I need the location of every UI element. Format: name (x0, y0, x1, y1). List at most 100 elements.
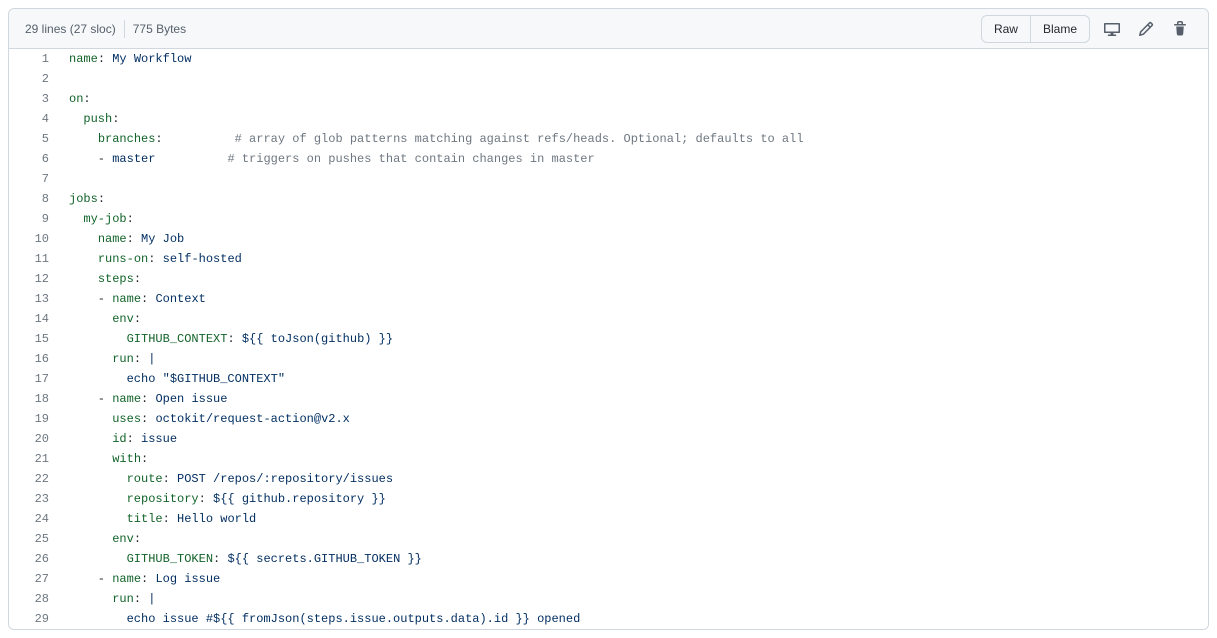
line-number[interactable]: 7 (9, 169, 59, 189)
code-line: 11 runs-on: self-hosted (9, 249, 1208, 269)
trash-icon[interactable] (1168, 17, 1192, 41)
code-line: 8jobs: (9, 189, 1208, 209)
line-content: title: Hello world (59, 509, 1208, 529)
line-content (59, 69, 1208, 89)
code-line: 4 push: (9, 109, 1208, 129)
line-content: repository: ${{ github.repository }} (59, 489, 1208, 509)
line-content: jobs: (59, 189, 1208, 209)
code-line: 13 - name: Context (9, 289, 1208, 309)
code-line: 29 echo issue #${{ fromJson(steps.issue.… (9, 609, 1208, 629)
btn-group: Raw Blame (981, 15, 1090, 43)
pencil-icon[interactable] (1134, 17, 1158, 41)
line-content: id: issue (59, 429, 1208, 449)
line-content: - master # triggers on pushes that conta… (59, 149, 1208, 169)
line-number[interactable]: 12 (9, 269, 59, 289)
line-number[interactable]: 17 (9, 369, 59, 389)
line-number[interactable]: 24 (9, 509, 59, 529)
line-number[interactable]: 14 (9, 309, 59, 329)
line-number[interactable]: 5 (9, 129, 59, 149)
code-line: 26 GITHUB_TOKEN: ${{ secrets.GITHUB_TOKE… (9, 549, 1208, 569)
code-line: 3on: (9, 89, 1208, 109)
line-number[interactable]: 18 (9, 389, 59, 409)
line-content: run: | (59, 589, 1208, 609)
line-number[interactable]: 10 (9, 229, 59, 249)
line-content: runs-on: self-hosted (59, 249, 1208, 269)
line-content: uses: octokit/request-action@v2.x (59, 409, 1208, 429)
line-content: echo issue #${{ fromJson(steps.issue.out… (59, 609, 1208, 629)
line-number[interactable]: 28 (9, 589, 59, 609)
line-content: name: My Workflow (59, 49, 1208, 69)
raw-button[interactable]: Raw (981, 15, 1031, 43)
line-number[interactable]: 3 (9, 89, 59, 109)
line-content: steps: (59, 269, 1208, 289)
line-number[interactable]: 13 (9, 289, 59, 309)
code-line: 1name: My Workflow (9, 49, 1208, 69)
line-number[interactable]: 9 (9, 209, 59, 229)
line-content: with: (59, 449, 1208, 469)
code-line: 18 - name: Open issue (9, 389, 1208, 409)
line-number[interactable]: 6 (9, 149, 59, 169)
line-content: route: POST /repos/:repository/issues (59, 469, 1208, 489)
file-lines-count: 29 lines (27 sloc) (25, 22, 116, 36)
code-line: 22 route: POST /repos/:repository/issues (9, 469, 1208, 489)
line-content: my-job: (59, 209, 1208, 229)
code-line: 27 - name: Log issue (9, 569, 1208, 589)
line-content: branches: # array of glob patterns match… (59, 129, 1208, 149)
line-content: GITHUB_CONTEXT: ${{ toJson(github) }} (59, 329, 1208, 349)
code-line: 15 GITHUB_CONTEXT: ${{ toJson(github) }} (9, 329, 1208, 349)
code-line: 7 (9, 169, 1208, 189)
divider (124, 20, 125, 38)
line-number[interactable]: 4 (9, 109, 59, 129)
line-number[interactable]: 16 (9, 349, 59, 369)
code-line: 28 run: | (9, 589, 1208, 609)
file-size: 775 Bytes (133, 22, 186, 36)
code-line: 5 branches: # array of glob patterns mat… (9, 129, 1208, 149)
line-number[interactable]: 27 (9, 569, 59, 589)
line-number[interactable]: 23 (9, 489, 59, 509)
code-line: 21 with: (9, 449, 1208, 469)
code-line: 10 name: My Job (9, 229, 1208, 249)
code-line: 24 title: Hello world (9, 509, 1208, 529)
line-content (59, 169, 1208, 189)
line-number[interactable]: 21 (9, 449, 59, 469)
code-line: 23 repository: ${{ github.repository }} (9, 489, 1208, 509)
line-content: push: (59, 109, 1208, 129)
code-line: 2 (9, 69, 1208, 89)
line-content: on: (59, 89, 1208, 109)
line-number[interactable]: 8 (9, 189, 59, 209)
code-line: 14 env: (9, 309, 1208, 329)
line-number[interactable]: 22 (9, 469, 59, 489)
file-actions: Raw Blame (981, 15, 1192, 43)
file-info: 29 lines (27 sloc) 775 Bytes (25, 20, 186, 38)
line-content: echo "$GITHUB_CONTEXT" (59, 369, 1208, 389)
line-number[interactable]: 11 (9, 249, 59, 269)
line-content: name: My Job (59, 229, 1208, 249)
code-line: 16 run: | (9, 349, 1208, 369)
line-number[interactable]: 20 (9, 429, 59, 449)
line-number[interactable]: 1 (9, 49, 59, 69)
line-number[interactable]: 26 (9, 549, 59, 569)
code-line: 17 echo "$GITHUB_CONTEXT" (9, 369, 1208, 389)
file-header: 29 lines (27 sloc) 775 Bytes Raw Blame (9, 9, 1208, 49)
line-content: GITHUB_TOKEN: ${{ secrets.GITHUB_TOKEN }… (59, 549, 1208, 569)
blame-button[interactable]: Blame (1030, 15, 1090, 43)
line-number[interactable]: 19 (9, 409, 59, 429)
file-box: 29 lines (27 sloc) 775 Bytes Raw Blame 1… (8, 8, 1209, 630)
line-number[interactable]: 25 (9, 529, 59, 549)
code-table: 1name: My Workflow23on:4 push:5 branches… (9, 49, 1208, 629)
line-content: run: | (59, 349, 1208, 369)
line-number[interactable]: 15 (9, 329, 59, 349)
desktop-icon[interactable] (1100, 17, 1124, 41)
code-line: 20 id: issue (9, 429, 1208, 449)
line-number[interactable]: 2 (9, 69, 59, 89)
code-body: 1name: My Workflow23on:4 push:5 branches… (9, 49, 1208, 629)
line-content: - name: Open issue (59, 389, 1208, 409)
line-number[interactable]: 29 (9, 609, 59, 629)
line-content: env: (59, 309, 1208, 329)
line-content: - name: Context (59, 289, 1208, 309)
line-content: env: (59, 529, 1208, 549)
code-line: 19 uses: octokit/request-action@v2.x (9, 409, 1208, 429)
code-line: 9 my-job: (9, 209, 1208, 229)
code-line: 12 steps: (9, 269, 1208, 289)
code-line: 25 env: (9, 529, 1208, 549)
